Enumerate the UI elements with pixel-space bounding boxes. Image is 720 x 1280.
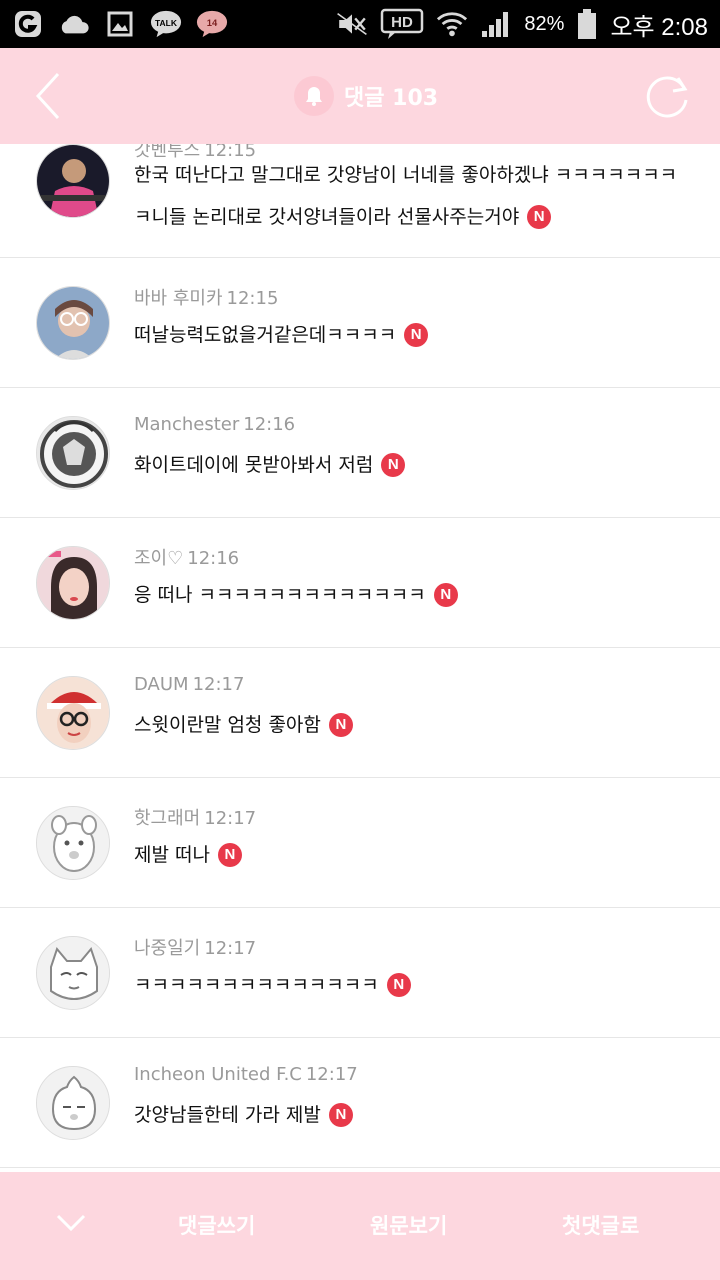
comment-text: 응 떠나 ㅋㅋㅋㅋㅋㅋㅋㅋㅋㅋㅋㅋㅋ N xyxy=(134,574,694,616)
battery-percent: 82% xyxy=(524,12,565,35)
author-name[interactable]: 나중일기 xyxy=(134,938,200,959)
comment-meta: 핫그래머 12:17 xyxy=(134,804,256,830)
comment-body: 응 떠나 ㅋㅋㅋㅋㅋㅋㅋㅋㅋㅋㅋㅋㅋ xyxy=(134,584,426,606)
comment-body: 제발 떠나 xyxy=(134,844,210,866)
comment-body: 한국 떠난다고 말그대로 갓양남이 너네를 좋아하겠냐 ㅋㅋㅋㅋㅋㅋㅋㅋ니들 논… xyxy=(134,164,678,228)
new-badge: N xyxy=(217,843,242,867)
comment-meta: Manchester 12:16 xyxy=(134,414,295,435)
comment-text: 스윗이란말 엄청 좋아함 N xyxy=(134,704,694,746)
bottom-action-bar: 댓글쓰기 원문보기 첫댓글로 xyxy=(0,1172,720,1280)
svg-text:TALK: TALK xyxy=(155,18,178,28)
hd-icon: HD xyxy=(380,8,424,39)
author-name[interactable]: 조이♡ xyxy=(134,548,183,569)
avatar[interactable] xyxy=(36,676,110,750)
new-badge: N xyxy=(381,453,406,477)
new-badge: N xyxy=(328,713,353,737)
avatar[interactable] xyxy=(36,1066,110,1140)
clock: 오후 2:08 xyxy=(610,13,708,41)
comment-time: 12:17 xyxy=(204,938,257,959)
comment-time: 12:17 xyxy=(305,1064,358,1085)
author-name[interactable]: DAUM xyxy=(134,674,189,695)
cloud-icon xyxy=(58,9,90,39)
avatar[interactable] xyxy=(36,806,110,880)
comment-time: 12:16 xyxy=(187,548,240,569)
battery-icon xyxy=(576,9,598,39)
app-header: 댓글 103 xyxy=(0,48,720,144)
avatar[interactable] xyxy=(36,286,110,360)
comment-body: ㅋㅋㅋㅋㅋㅋㅋㅋㅋㅋㅋㅋㅋㅋ xyxy=(134,974,379,996)
comment-meta: Incheon United F.C 12:17 xyxy=(134,1064,358,1085)
comment-text: ㅋㅋㅋㅋㅋㅋㅋㅋㅋㅋㅋㅋㅋㅋ N xyxy=(134,964,694,1006)
comment-time: 12:15 xyxy=(226,288,279,309)
bell-icon xyxy=(294,76,334,116)
comment-meta: 조이♡ 12:16 xyxy=(134,544,239,570)
comment-body: 떠날능력도없을거같은데ㅋㅋㅋㅋ xyxy=(134,324,397,346)
list-item[interactable]: 핫그래머 12:17 제발 떠나 N xyxy=(0,778,720,908)
comment-body: 화이트데이에 못받아봐서 저럼 xyxy=(134,454,374,476)
list-item[interactable]: Incheon United F.C 12:17 갓양남들한테 가라 제발 N xyxy=(0,1038,720,1168)
list-item[interactable]: 갓벤투스 12:15 한국 떠난다고 말그대로 갓양남이 너네를 좋아하겠냐 ㅋㅋ… xyxy=(0,144,720,258)
comment-text: 떠날능력도없을거같은데ㅋㅋㅋㅋ N xyxy=(134,314,694,356)
chevron-down-icon[interactable] xyxy=(56,1212,86,1234)
new-badge: N xyxy=(404,323,429,347)
comment-meta: 바바 후미카 12:15 xyxy=(134,284,278,310)
author-name[interactable]: Incheon United F.C xyxy=(134,1064,302,1085)
list-item[interactable]: DAUM 12:17 스윗이란말 엄청 좋아함 N xyxy=(0,648,720,778)
avatar[interactable] xyxy=(36,936,110,1010)
comment-time: 12:17 xyxy=(192,674,245,695)
wifi-icon xyxy=(436,9,468,39)
signal-icon xyxy=(480,9,512,39)
author-name[interactable]: 핫그래머 xyxy=(134,808,200,829)
comment-text: 화이트데이에 못받아봐서 저럼 N xyxy=(134,444,694,486)
list-item[interactable]: 바바 후미카 12:15 떠날능력도없을거같은데ㅋㅋㅋㅋ N xyxy=(0,258,720,388)
mute-icon xyxy=(336,9,368,39)
avatar[interactable] xyxy=(36,546,110,620)
new-badge: N xyxy=(328,1103,353,1127)
comment-meta: 나중일기 12:17 xyxy=(134,934,256,960)
header-title-group: 댓글 103 xyxy=(294,74,438,118)
svg-text:HD: HD xyxy=(392,14,414,31)
kakaotalk-icon: TALK xyxy=(150,9,182,39)
chat-badge-icon: 14 xyxy=(196,9,228,39)
list-item[interactable]: 조이♡ 12:16 응 떠나 ㅋㅋㅋㅋㅋㅋㅋㅋㅋㅋㅋㅋㅋ N xyxy=(0,518,720,648)
author-name[interactable]: 바바 후미카 xyxy=(134,288,223,309)
comment-time: 12:17 xyxy=(204,808,257,829)
comment-text: 갓양남들한테 가라 제발 N xyxy=(134,1094,694,1136)
comment-text: 한국 떠난다고 말그대로 갓양남이 너네를 좋아하겠냐 ㅋㅋㅋㅋㅋㅋㅋㅋ니들 논… xyxy=(134,154,694,238)
new-badge: N xyxy=(433,583,458,607)
avatar[interactable] xyxy=(36,144,110,218)
new-badge: N xyxy=(386,973,411,997)
refresh-icon[interactable] xyxy=(644,72,692,120)
back-arrow-icon[interactable] xyxy=(30,70,70,122)
comment-body: 갓양남들한테 가라 제발 xyxy=(134,1104,321,1126)
write-comment-button[interactable]: 댓글쓰기 xyxy=(178,1210,255,1240)
comment-text: 제발 떠나 N xyxy=(134,834,694,876)
comment-time: 12:16 xyxy=(243,414,296,435)
g-app-icon xyxy=(12,9,44,39)
view-original-button[interactable]: 원문보기 xyxy=(370,1210,447,1240)
comment-list[interactable]: 갓벤투스 12:15 한국 떠난다고 말그대로 갓양남이 너네를 좋아하겠냐 ㅋㅋ… xyxy=(0,144,720,1172)
list-item[interactable]: 나중일기 12:17 ㅋㅋㅋㅋㅋㅋㅋㅋㅋㅋㅋㅋㅋㅋ N xyxy=(0,908,720,1038)
comment-body: 스윗이란말 엄청 좋아함 xyxy=(134,714,321,736)
status-bar: TALK 14 HD 82% 오후 2:08 xyxy=(0,0,720,48)
new-badge: N xyxy=(527,205,552,229)
page-title: 댓글 103 xyxy=(344,86,439,111)
comment-meta: DAUM 12:17 xyxy=(134,674,244,695)
svg-text:14: 14 xyxy=(207,17,218,28)
gallery-icon xyxy=(104,9,136,39)
list-item[interactable]: Manchester 12:16 화이트데이에 못받아봐서 저럼 N xyxy=(0,388,720,518)
first-comment-button[interactable]: 첫댓글로 xyxy=(562,1210,639,1240)
avatar[interactable] xyxy=(36,416,110,490)
author-name[interactable]: Manchester xyxy=(134,414,239,435)
